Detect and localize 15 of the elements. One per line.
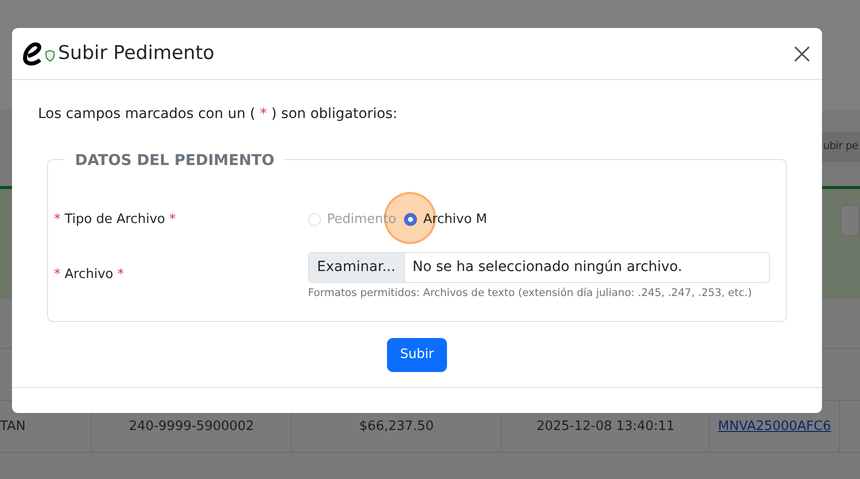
submit-button[interactable]: Subir — [387, 338, 447, 372]
record-link[interactable]: MNVA25000AFC6 — [718, 416, 831, 436]
dialog-title: Subir Pedimento — [58, 41, 214, 66]
table-cell-text: TAN — [0, 418, 26, 436]
field-label: * Tipo de Archivo * — [54, 211, 177, 229]
field-label: * Archivo * — [54, 266, 125, 284]
upload-button[interactable]: ubir pe — [822, 132, 860, 162]
required-note: Los campos marcados con un ( * ) son obligatorios: — [38, 105, 398, 124]
close-button[interactable] — [793, 44, 811, 62]
table-cell-text: 240-9999-5900002 — [128, 418, 254, 436]
table-cell-text: $66,237.50 — [359, 418, 434, 436]
hint-text: Formatos permitidos: Archivos de texto (extensión día juliano: .245, .247, .253, etc.) — [308, 286, 753, 300]
file-input[interactable]: Examinar... No se ha seleccionado ningún archivo. — [308, 252, 770, 282]
logo-icon — [22, 40, 56, 68]
table-cell-text: 2025-12-08 13:40:11 — [536, 418, 675, 436]
